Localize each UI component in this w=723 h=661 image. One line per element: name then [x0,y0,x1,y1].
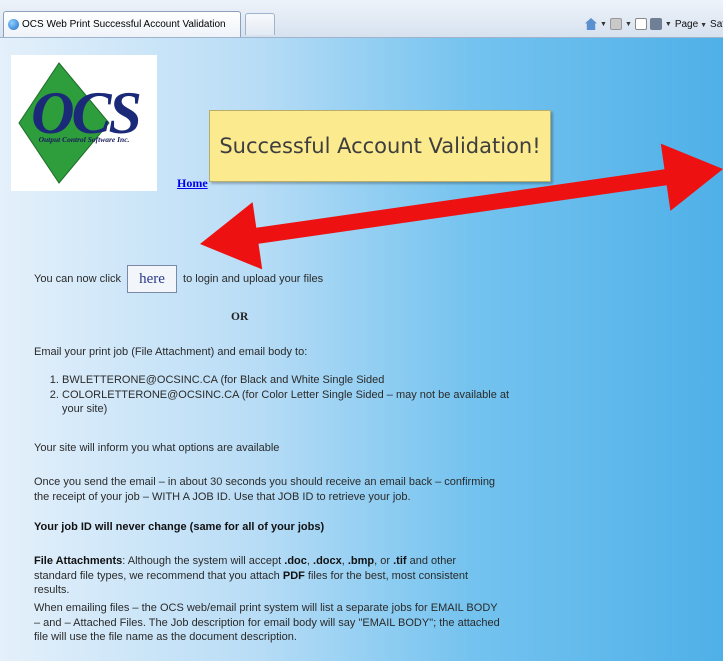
file-attachments-info: File Attachments: Although the system wi… [34,554,500,598]
site-info: Your site will inform you what options a… [34,442,280,454]
home-icon[interactable] [585,18,597,30]
emailing-files-info: When emailing files – the OCS web/email … [34,602,500,643]
ext-docx: .docx [313,555,342,567]
pdf-label: PDF [282,569,305,582]
command-bar: ▼ ▼ ▼ Page ▼ Safe [585,14,723,34]
or-separator: OR [231,311,249,323]
read-mail-icon[interactable] [634,18,647,30]
login-instruction: You can now click here to login and uplo… [34,265,323,293]
ext-sep-3: , or [374,555,394,567]
feeds-icon[interactable] [609,18,622,30]
job-id-note-text: Your job ID will never change (same for … [34,521,325,533]
safety-menu[interactable]: Safe [710,19,723,30]
ocs-logo: OCS Output Control Software Inc. [11,55,157,191]
tab-title: OCS Web Print Successful Account Validat… [22,19,226,30]
email-intro: Email your print job (File Attachment) a… [34,346,308,358]
logo-tagline: Output Control Software Inc. [38,135,130,144]
page-dropdown-icon: ▼ [698,21,708,29]
attachments-heading: File Attachments [34,555,123,567]
click-suffix: to login and upload your files [183,273,324,285]
ie-favicon-icon [8,19,19,30]
email-address-list: BWLETTERONE@OCSINC.CA (for Black and Whi… [34,373,522,417]
new-tab-button[interactable] [245,13,275,35]
feeds-dropdown-icon[interactable]: ▼ [625,21,632,28]
attachments-pre: : Although the system will accept [122,555,285,567]
page-content: OCS Output Control Software Inc. Home Su… [0,38,723,661]
home-link[interactable]: Home [177,176,208,191]
ocs-logo-graphic: OCS [18,62,142,184]
send-info: Once you send the email – in about 30 se… [34,476,496,503]
browser-tab[interactable]: OCS Web Print Successful Account Validat… [3,11,241,37]
list-item: COLORLETTERONE@OCSINC.CA (for Color Lett… [62,388,522,417]
page-menu[interactable]: Page ▼ [675,19,707,30]
job-id-note: Your job ID will never change (same for … [34,520,500,535]
success-banner: Successful Account Validation! [209,110,551,182]
ext-bmp: .bmp [347,555,375,567]
list-item: BWLETTERONE@OCSINC.CA (for Black and Whi… [62,373,522,388]
print-dropdown-icon[interactable]: ▼ [665,21,672,28]
home-dropdown-icon[interactable]: ▼ [600,21,607,28]
browser-chrome: OCS Web Print Successful Account Validat… [0,0,723,38]
ext-tif: .tif [393,555,407,567]
click-prefix: You can now click [34,273,122,285]
ext-doc: .doc [284,555,307,567]
print-icon[interactable] [649,18,662,30]
here-button[interactable]: here [127,265,178,293]
